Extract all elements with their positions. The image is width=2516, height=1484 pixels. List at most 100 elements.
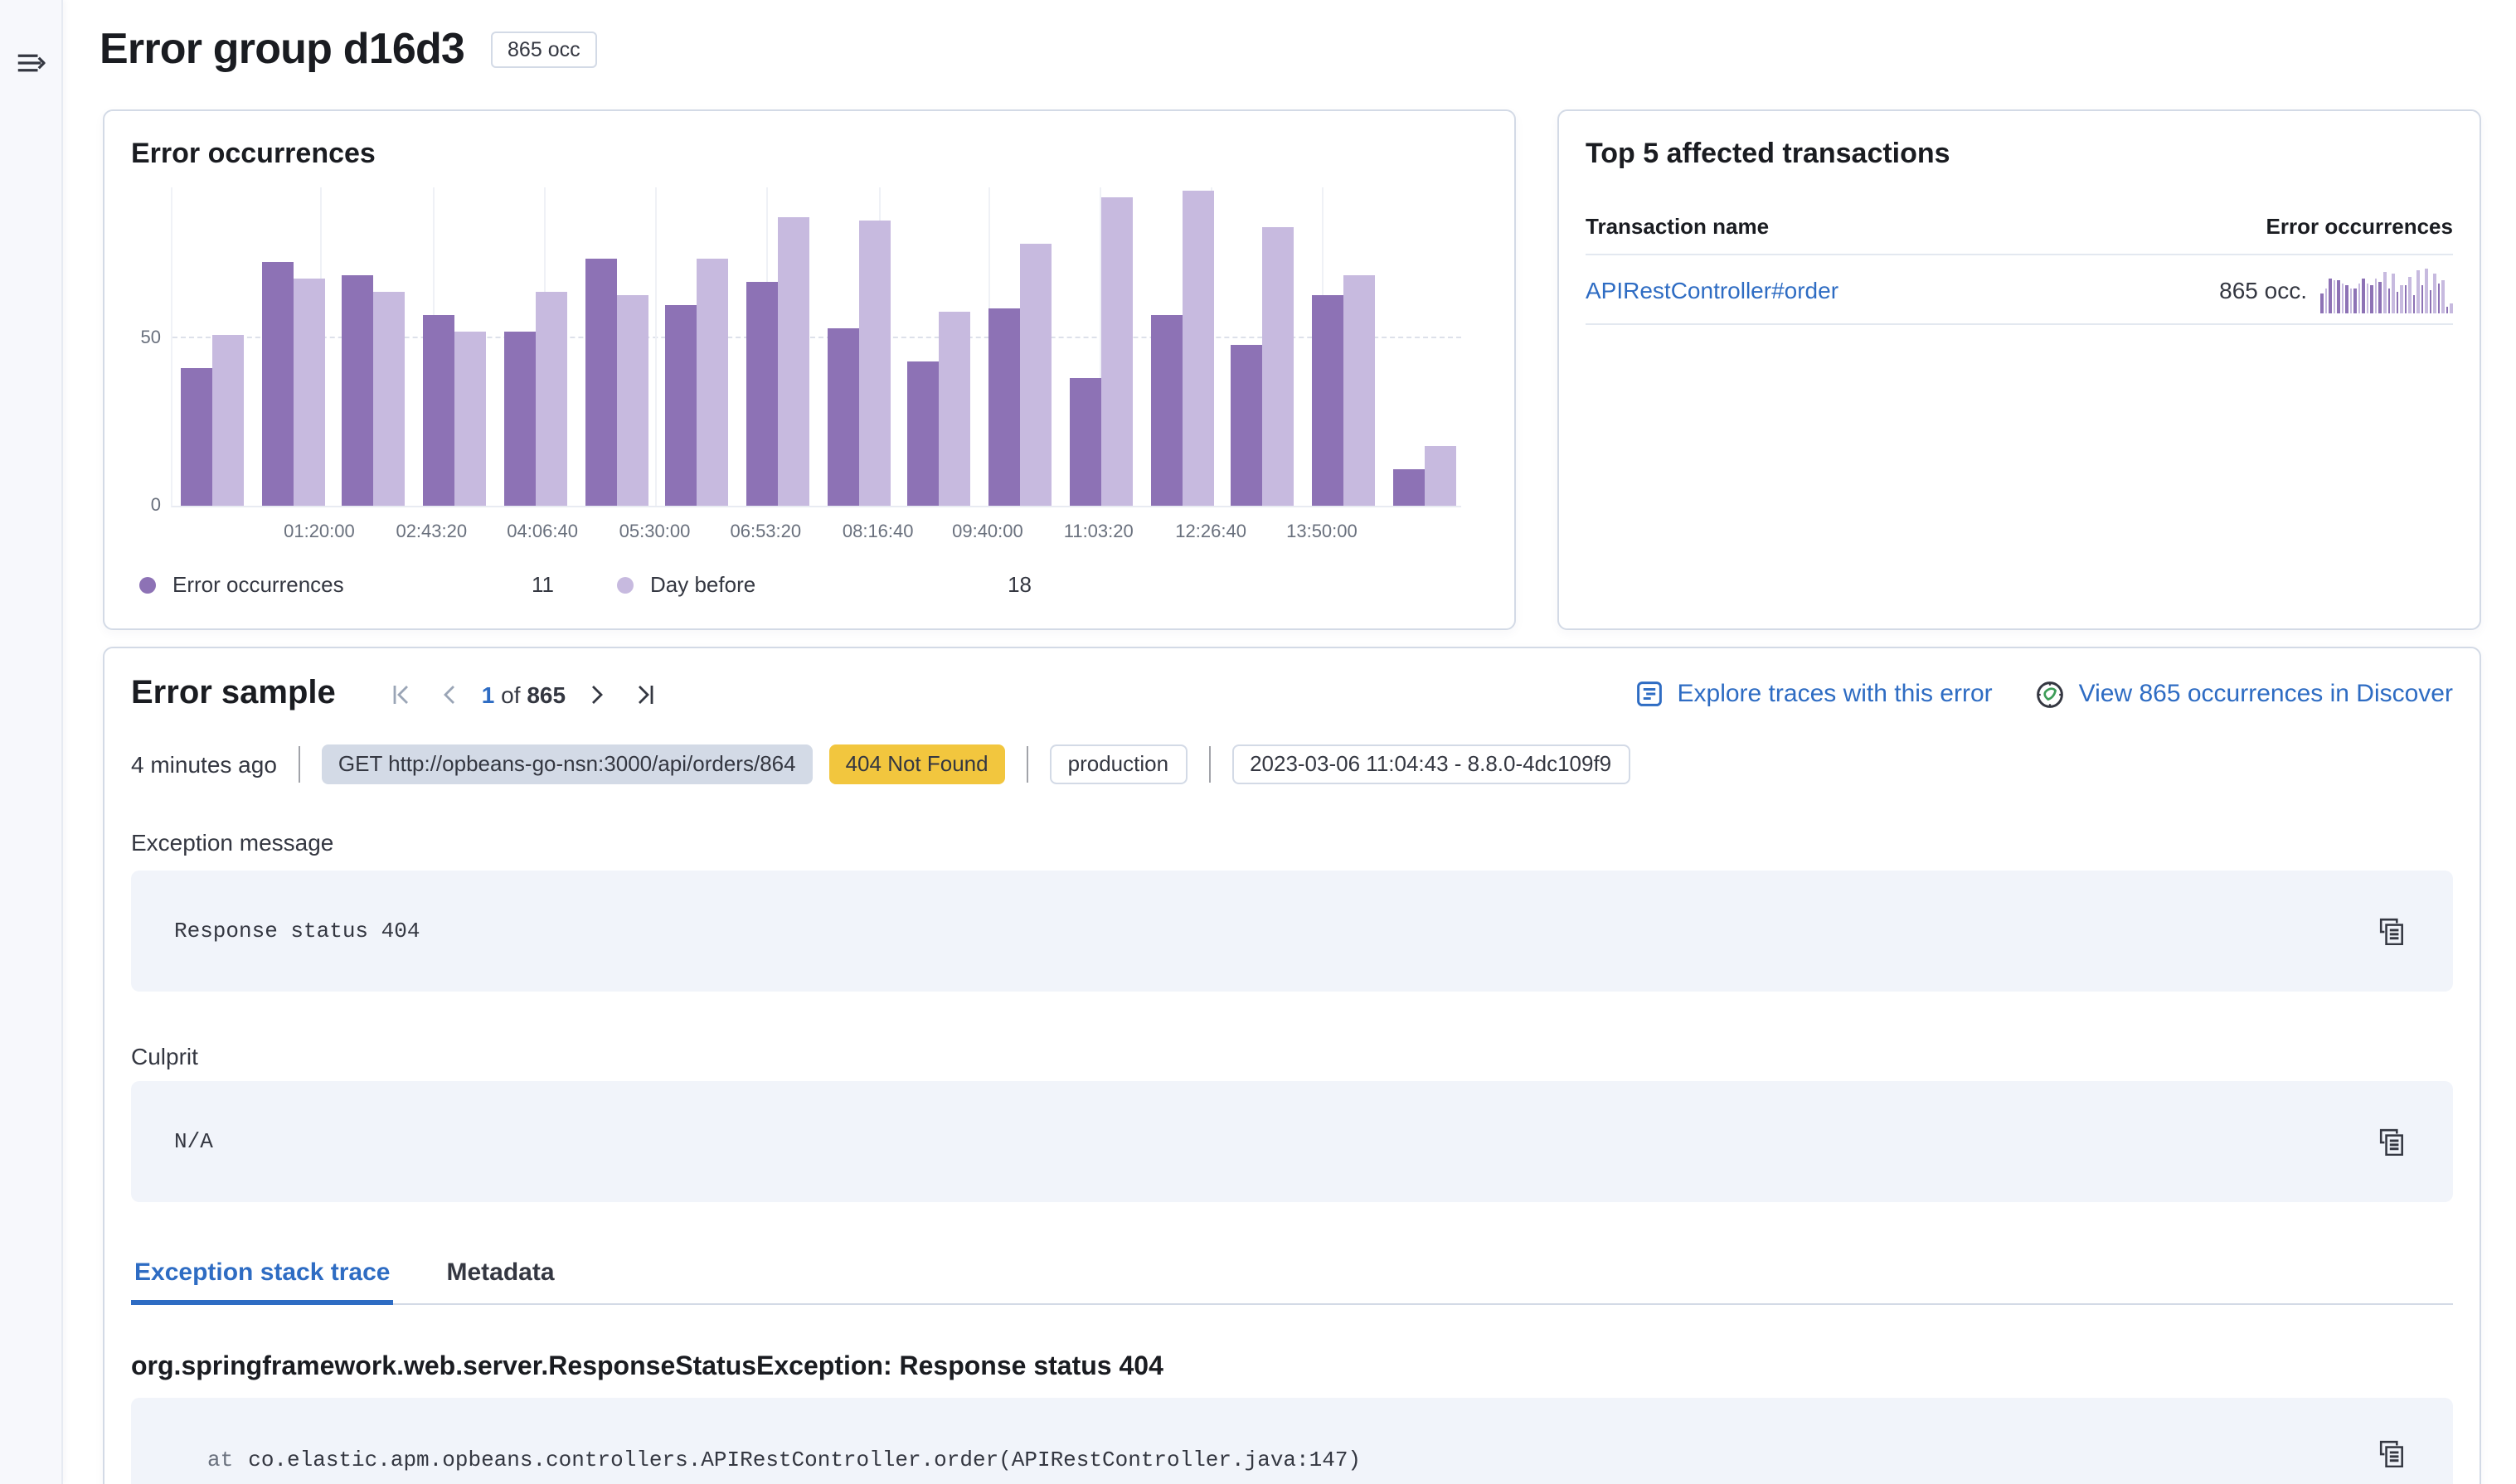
sparkline-bar <box>2379 281 2382 313</box>
expand-menu-button[interactable] <box>15 46 48 80</box>
sparkline-bar <box>2404 285 2407 313</box>
sparkline-bar <box>2329 279 2331 313</box>
sparkline-bar <box>2400 285 2402 313</box>
top-transactions-title: Top 5 affected transactions <box>1586 138 2453 171</box>
discover-compass-icon <box>2036 679 2066 709</box>
legend-item-error-occurrences[interactable]: Error occurrences 11 <box>139 572 554 597</box>
sparkline-bar <box>2450 304 2453 313</box>
occurrences-sparkline <box>2320 266 2453 313</box>
sparkline-bar <box>2358 283 2361 313</box>
bar <box>1393 469 1425 506</box>
sparkline-bar <box>2421 286 2424 313</box>
bar <box>859 221 891 506</box>
trace-explorer-icon <box>1636 680 1664 708</box>
sample-meta-row: 4 minutes ago GET http://opbeans-go-nsn:… <box>131 744 2453 784</box>
copy-button[interactable] <box>2377 1127 2407 1157</box>
bar-group <box>423 315 486 506</box>
sparkline-bar <box>2408 276 2411 313</box>
legend-label: Error occurrences <box>172 572 344 597</box>
previous-page-button[interactable] <box>434 677 467 710</box>
first-page-button[interactable] <box>386 677 419 710</box>
legend-item-day-before[interactable]: Day before 18 <box>617 572 1032 597</box>
legend-label: Day before <box>650 572 755 597</box>
divider <box>299 746 300 783</box>
sparkline-bar <box>2396 293 2398 313</box>
copy-icon <box>2378 1127 2406 1155</box>
column-transaction-name: Transaction name <box>1586 214 1769 239</box>
chart-bars <box>172 187 1461 506</box>
bar <box>1182 191 1213 506</box>
bar <box>778 218 809 506</box>
culprit-value: N/A <box>174 1129 213 1154</box>
view-in-discover-link[interactable]: View 865 occurrences in Discover <box>2036 679 2453 709</box>
sparkline-bar <box>2345 286 2348 313</box>
chart-plot: 050 <box>171 187 1461 507</box>
exception-message-box: Response status 404 <box>131 871 2453 992</box>
exception-title: org.springframework.web.server.ResponseS… <box>131 1353 2453 1383</box>
chart-x-axis-labels: 01:20:0002:43:2004:06:4005:30:0006:53:20… <box>171 522 1461 544</box>
sparkline-bar <box>2426 269 2428 313</box>
bar-group <box>1070 197 1133 506</box>
x-tick-label: 11:03:20 <box>1064 522 1134 542</box>
last-page-icon <box>632 681 658 707</box>
request-badge: GET http://opbeans-go-nsn:3000/api/order… <box>322 744 813 784</box>
tab-metadata[interactable]: Metadata <box>444 1258 558 1305</box>
bar <box>1312 295 1343 507</box>
bar <box>212 335 244 506</box>
bar <box>746 281 778 506</box>
column-error-occurrences: Error occurrences <box>2266 214 2453 239</box>
sparkline-bar <box>2375 278 2378 313</box>
x-tick-label: 05:30:00 <box>619 522 691 542</box>
sparkline-bar <box>2387 288 2390 313</box>
bar <box>585 258 616 506</box>
culprit-label: Culprit <box>131 1043 2453 1069</box>
legend-value: 18 <box>1008 572 1032 597</box>
bar <box>1343 274 1375 506</box>
bar-group <box>988 245 1052 506</box>
copy-icon <box>2378 916 2406 944</box>
sparkline-bar <box>2349 289 2352 313</box>
sparkline-bar <box>2383 273 2386 313</box>
sparkline-bar <box>2341 283 2344 313</box>
legend-dot <box>139 576 156 593</box>
next-page-button[interactable] <box>580 677 614 710</box>
bar <box>504 332 536 506</box>
sparkline-bar <box>2438 284 2441 313</box>
sparkline-bar <box>2363 278 2365 313</box>
copy-button[interactable] <box>2377 1439 2407 1469</box>
exception-message-label: Exception message <box>131 829 2453 856</box>
current-page: 1 <box>482 681 495 707</box>
bar-group <box>261 261 324 506</box>
bar-group <box>181 335 244 506</box>
x-tick-label: 13:50:00 <box>1286 522 1358 542</box>
occurrence-count: 865 occ. <box>2219 276 2307 303</box>
table-header-row: Transaction name Error occurrences <box>1586 214 2453 255</box>
bar-group <box>1150 191 1213 506</box>
chevron-left-icon <box>437 681 464 707</box>
bar <box>988 308 1020 506</box>
occurrence-count-badge: 865 occ <box>491 31 597 67</box>
sample-pagination: 1 of 865 <box>386 677 662 710</box>
culprit-box: N/A <box>131 1081 2453 1202</box>
sparkline-bar <box>2442 280 2445 313</box>
last-page-button[interactable] <box>629 677 662 710</box>
copy-button[interactable] <box>2377 916 2407 946</box>
bar-group <box>746 218 809 506</box>
bar <box>1020 245 1052 506</box>
bar <box>1101 197 1133 506</box>
exception-message-value: Response status 404 <box>174 919 420 943</box>
error-sample-title: Error sample <box>131 675 336 713</box>
explore-traces-link[interactable]: Explore traces with this error <box>1636 680 1993 708</box>
bar <box>374 291 406 506</box>
bar <box>536 291 567 506</box>
bar-group <box>1393 445 1456 506</box>
transaction-link[interactable]: APIRestController#order <box>1586 276 1838 303</box>
top-transactions-table: Transaction name Error occurrences APIRe… <box>1586 214 2453 325</box>
sparkline-bar <box>2412 295 2415 313</box>
bar-group <box>1312 274 1375 506</box>
bar <box>908 361 940 506</box>
app-viewport: Error group d16d3 865 occ Error occurren… <box>0 0 2516 1484</box>
x-tick-label: 09:40:00 <box>952 522 1023 542</box>
legend-value: 11 <box>532 572 554 597</box>
tab-exception-stack-trace[interactable]: Exception stack trace <box>131 1258 394 1305</box>
